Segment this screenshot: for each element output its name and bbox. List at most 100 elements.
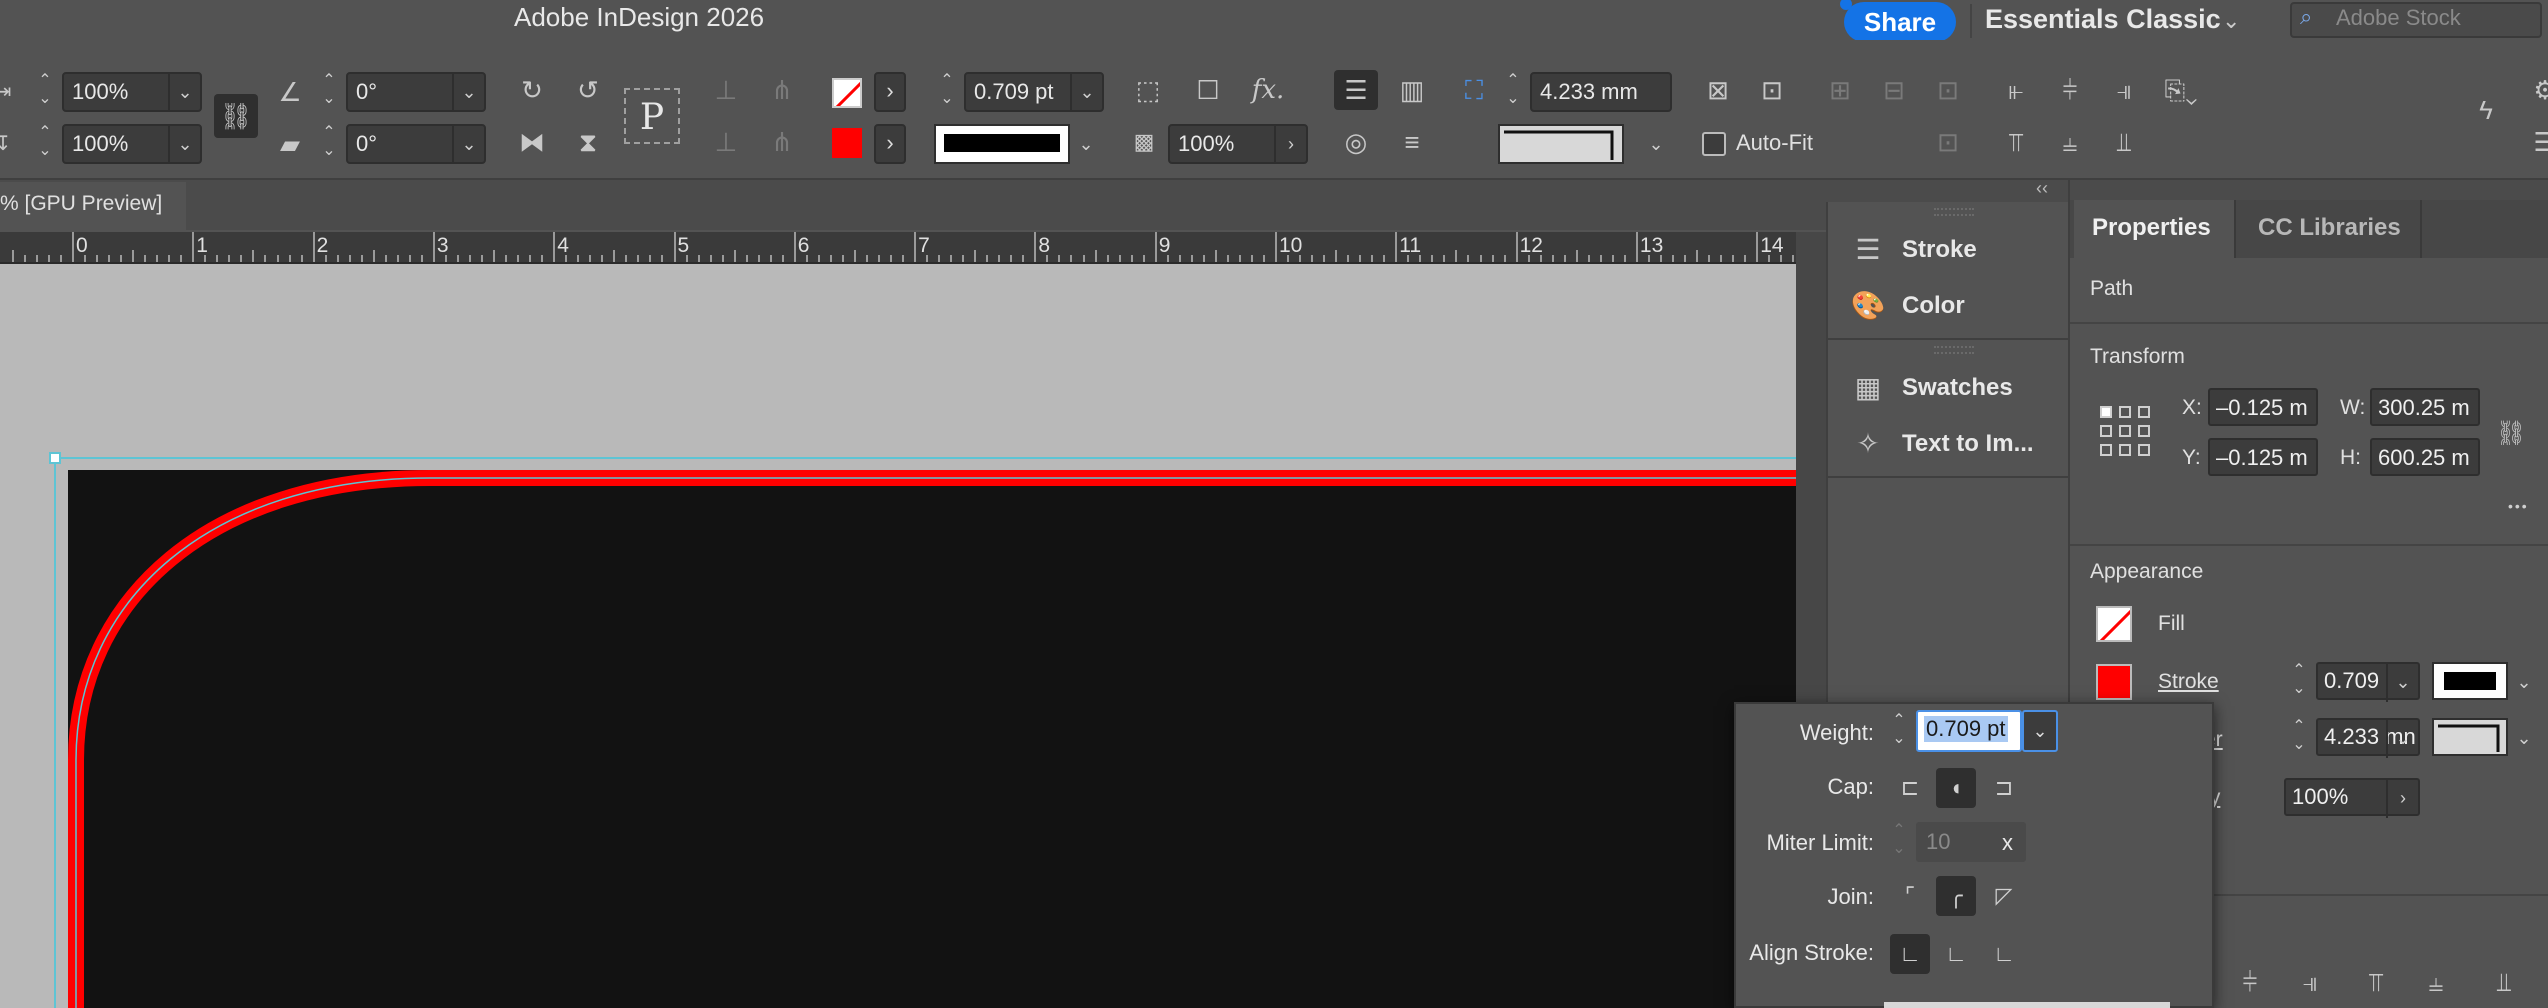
y-position-value: –0.125 m (2216, 445, 2308, 470)
panel-item-label: Color (1902, 292, 1965, 319)
panel-menu-icon[interactable]: ☰ (2530, 122, 2548, 162)
align-bottom-edges-icon[interactable]: ⫫ (2484, 962, 2524, 1002)
panel-item-label: Stroke (1902, 236, 1977, 263)
x-position-value: –0.125 m (2216, 395, 2308, 420)
stroke-lines-icon: ☰ (1855, 234, 1881, 265)
align-stroke-center-icon[interactable]: ∟ (1890, 934, 1930, 974)
stroke-type-preview[interactable] (1884, 1002, 2170, 1008)
projecting-cap-icon[interactable]: ⊐ (1984, 768, 2024, 808)
chevron-down-icon[interactable]: ⌄ (2386, 662, 2418, 702)
miter-unit: x (2002, 830, 2013, 855)
corner-size-stepper[interactable]: ⌃ ⌄ (2284, 718, 2314, 758)
none-slash-icon (2099, 609, 2130, 640)
reference-point-grid-icon (2100, 406, 2150, 456)
align-left-edges-icon[interactable]: ⫦ (1996, 70, 2036, 110)
height-value: 600.25 m (2378, 445, 2470, 470)
settings-gear-icon[interactable]: ⚙ (2530, 70, 2548, 110)
appearance-title: Appearance (2090, 560, 2204, 583)
selection-handle[interactable] (49, 452, 61, 464)
stroke-weight-stepper[interactable]: ⌃ ⌄ (2284, 662, 2314, 702)
align-stroke-label: Align Stroke: (1749, 940, 1874, 965)
join-label: Join: (1827, 884, 1874, 909)
miter-limit-value: 10 (1926, 829, 1951, 854)
align-vertical-centers-icon[interactable]: ⫨ (2050, 122, 2090, 162)
frame-fitting-options-icon[interactable]: ⊡ (1926, 122, 1970, 162)
miter-limit-stepper[interactable]: ⌃ ⌄ (1884, 822, 1914, 862)
stroke-weight-value: 0.709 (2324, 668, 2380, 693)
panel-strip-header (1826, 180, 2068, 202)
round-join-icon[interactable]: ╭ (1936, 876, 1976, 916)
align-bottom-edges-icon[interactable]: ⫫ (2104, 122, 2144, 162)
chevron-right-icon[interactable]: › (2386, 778, 2418, 818)
divider (1970, 4, 1972, 38)
panel-item-swatches[interactable]: ▦ Swatches (1842, 362, 2062, 414)
bevel-join-icon[interactable]: ◸ (1984, 876, 2024, 916)
text-to-image-icon: ✧ (1856, 428, 1880, 459)
canvas-artwork (49, 452, 1796, 1008)
palette-icon: 🎨 (1850, 290, 1886, 321)
search-icon: ⌕ (2300, 4, 2313, 29)
butt-cap-icon[interactable]: ⊏ (1890, 768, 1930, 808)
panel-grip[interactable] (1934, 346, 1974, 354)
page-black-frame (68, 470, 1796, 1008)
weight-stepper[interactable]: ⌃ ⌄ (1884, 712, 1914, 752)
align-right-edges-icon[interactable]: ⫣ (2290, 962, 2330, 1002)
align-vertical-centers-icon[interactable]: ⫨ (2416, 962, 2456, 1002)
align-horizontal-centers-icon[interactable]: ⫩ (2050, 70, 2090, 110)
more-options-icon[interactable]: ••• (2508, 498, 2529, 514)
x-label: X: (2182, 396, 2202, 419)
align-stroke-inside-icon[interactable]: ∟ (1936, 934, 1976, 974)
object-type-label: Path (2090, 277, 2134, 300)
width-value: 300.25 m (2378, 395, 2470, 420)
share-button[interactable]: Share (1844, 2, 1956, 42)
fill-label: Fill (2158, 612, 2185, 635)
stroke-type-preview[interactable] (2432, 662, 2508, 700)
constrain-proportions-link-icon[interactable]: ⛓ (2494, 414, 2528, 454)
opacity-value: 100% (2292, 784, 2349, 809)
panel-item-text-to-image[interactable]: ✧ Text to Im... (1842, 418, 2062, 470)
chevron-down-icon[interactable]: ⌄ (2022, 710, 2058, 752)
align-stroke-outside-icon[interactable]: ∟ (1984, 934, 2024, 974)
quick-actions-icon[interactable]: ϟ (2466, 90, 2506, 130)
align-top-edges-icon[interactable]: ⫪ (2356, 962, 2396, 1002)
fit-frame-to-content-icon[interactable]: ⊟ (1872, 70, 1916, 110)
workspace-switcher[interactable]: Essentials Classic (1985, 4, 2221, 35)
align-horizontal-centers-icon[interactable]: ⫩ (2230, 962, 2270, 1002)
panel-header (2070, 180, 2548, 200)
tab-cc-libraries[interactable]: CC Libraries (2258, 214, 2401, 242)
h-label: H: (2340, 446, 2361, 469)
fill-none-swatch[interactable] (2096, 606, 2132, 642)
divider (2070, 544, 2548, 546)
round-cap-icon[interactable]: ◖ (1936, 768, 1976, 808)
search-placeholder: Adobe Stock (2336, 5, 2461, 30)
collapse-panels-icon[interactable]: ‹‹ (2036, 178, 2048, 199)
divider (2070, 322, 2548, 324)
panel-grip[interactable] (1934, 208, 1974, 216)
divider (1828, 476, 2068, 478)
panel-item-label: Swatches (1902, 374, 2013, 401)
cap-label: Cap: (1827, 774, 1874, 799)
chevron-down-icon[interactable]: ⌄ (2508, 662, 2540, 702)
fit-content-to-frame-icon[interactable]: ⊞ (1818, 70, 1862, 110)
panel-item-color[interactable]: 🎨 Color (1842, 280, 2062, 332)
corner-shape-preview[interactable] (2432, 718, 2508, 756)
transform-title: Transform (2090, 345, 2185, 368)
chevron-down-icon[interactable]: ⌄ (2508, 718, 2540, 758)
chevron-down-icon[interactable]: ⌄ (2386, 718, 2418, 758)
miter-join-icon[interactable]: ⌜ (1890, 876, 1930, 916)
reference-point-icon[interactable] (2100, 406, 2150, 456)
stroke-color-swatch[interactable] (2096, 664, 2132, 700)
align-top-edges-icon[interactable]: ⫪ (1996, 122, 2036, 162)
miter-limit-label: Miter Limit: (1766, 830, 1874, 855)
align-to-selection-icon[interactable]: ⎘⌄ (2156, 70, 2206, 110)
panel-item-stroke[interactable]: ☰ Stroke (1842, 224, 2062, 276)
tab-properties-label: Properties (2092, 214, 2211, 241)
align-right-edges-icon[interactable]: ⫣ (2104, 70, 2144, 110)
corner-shape-icon (2438, 724, 2500, 752)
y-label: Y: (2182, 446, 2201, 469)
center-content-icon[interactable]: ⊡ (1926, 70, 1970, 110)
panel-item-label: Text to Im... (1902, 430, 2034, 457)
stroke-link[interactable]: Stroke (2158, 670, 2219, 694)
chevron-down-icon[interactable]: ⌄ (2222, 8, 2240, 34)
w-label: W: (2340, 396, 2366, 419)
